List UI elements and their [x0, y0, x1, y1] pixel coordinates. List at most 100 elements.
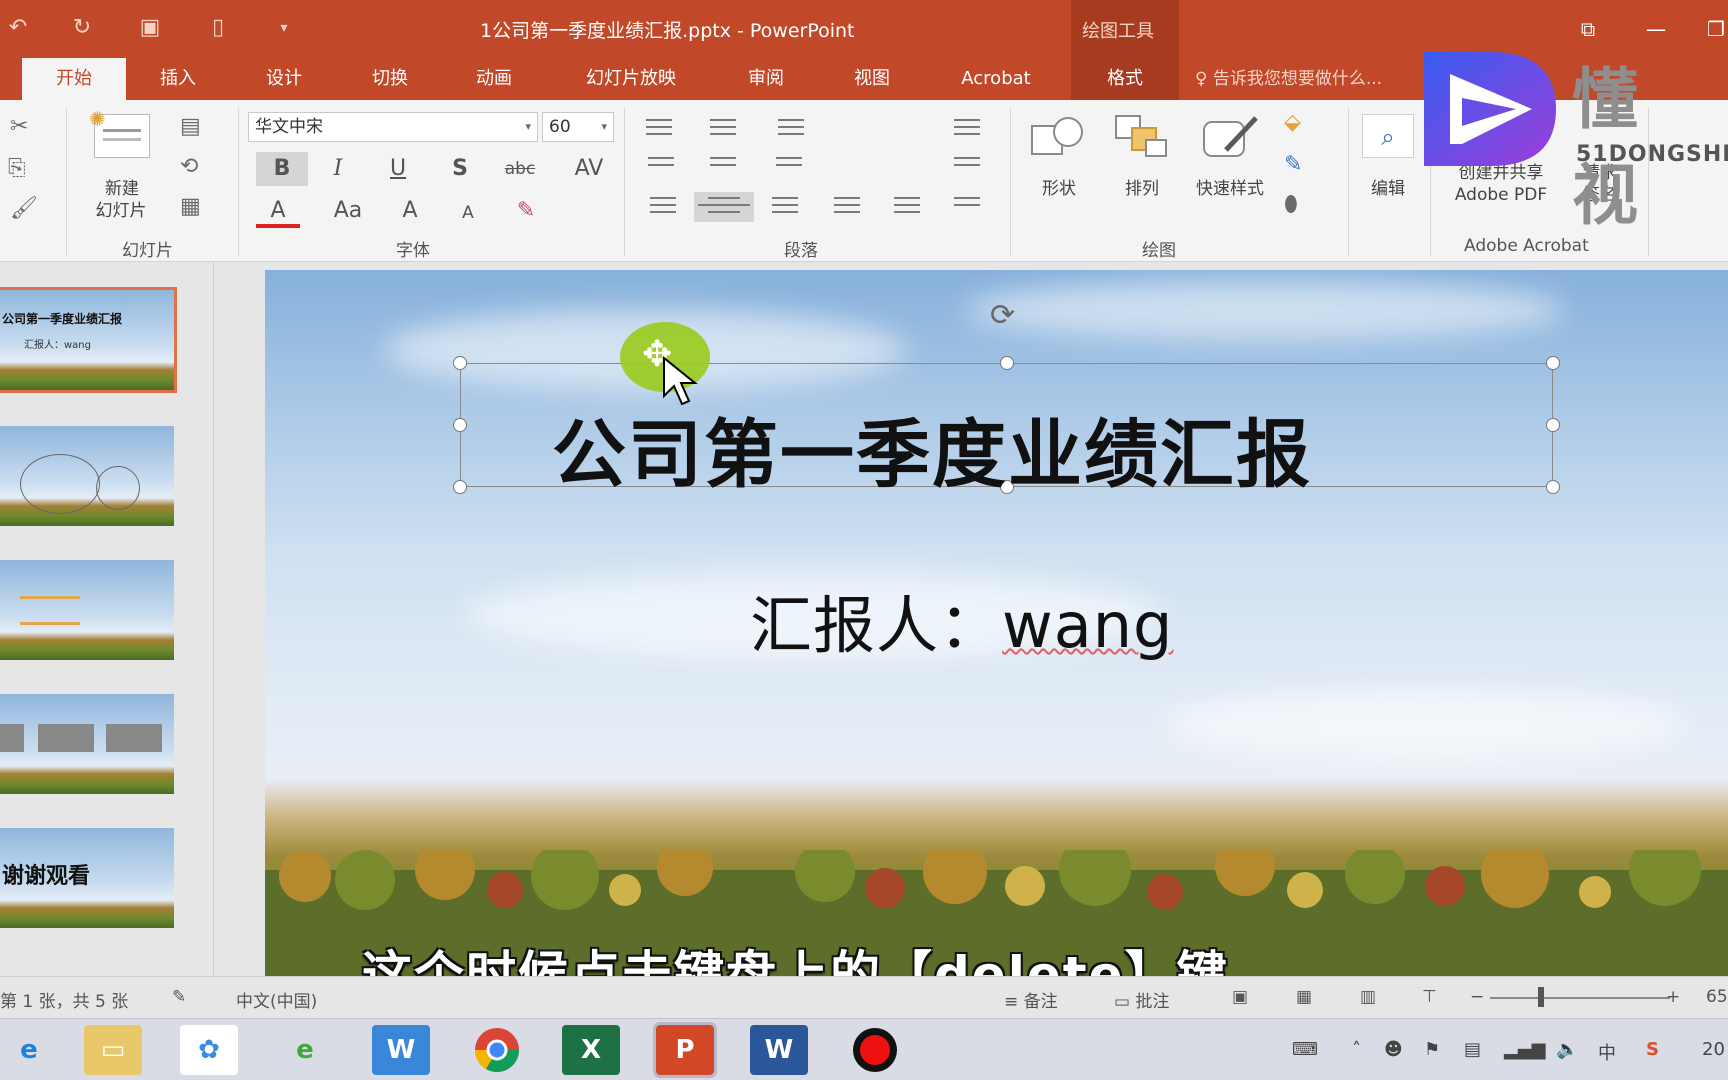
chrome-icon[interactable]	[468, 1025, 526, 1075]
shape-effects-icon[interactable]: ⬮	[1284, 192, 1298, 217]
browser-360-icon[interactable]: e	[276, 1025, 334, 1075]
align-center-icon[interactable]	[694, 192, 754, 222]
clock[interactable]: 20	[1702, 1039, 1725, 1060]
align-right-icon[interactable]	[768, 192, 802, 222]
zoom-slider-track[interactable]	[1490, 997, 1670, 999]
customize-toolbar-icon[interactable]: ▾	[270, 14, 298, 42]
start-slideshow-icon[interactable]: ▣	[136, 14, 164, 42]
ribbon-display-icon[interactable]: ⧉	[1568, 14, 1608, 44]
zoom-level[interactable]: 65	[1706, 987, 1728, 1007]
reading-view-icon[interactable]: ▥	[1360, 987, 1376, 1007]
powerpoint-icon[interactable]: P	[653, 1022, 717, 1078]
resize-handle-sw[interactable]	[453, 480, 467, 494]
zoom-slider-thumb[interactable]	[1538, 987, 1544, 1007]
decrease-indent-icon[interactable]	[644, 152, 678, 182]
layout-icon[interactable]: ▤	[180, 114, 201, 139]
minimize-icon[interactable]: —	[1636, 14, 1676, 44]
columns-icon[interactable]	[772, 152, 806, 182]
slide-thumbnail-2[interactable]	[0, 426, 174, 526]
resize-handle-n[interactable]	[1000, 356, 1014, 370]
tab-animations[interactable]: 动画	[456, 58, 532, 100]
slide-thumbnail-4[interactable]	[0, 694, 174, 794]
text-shadow-button[interactable]: S	[440, 152, 480, 186]
distributed-icon[interactable]	[890, 192, 924, 222]
slide-sorter-icon[interactable]: ▦	[1296, 987, 1312, 1007]
restore-icon[interactable]: ❐	[1696, 14, 1728, 44]
rotate-handle-icon[interactable]: ⟳	[990, 298, 1015, 333]
keyboard-icon[interactable]: ⌨	[1292, 1039, 1318, 1060]
slide-thumbnail-5[interactable]: 谢谢观看	[0, 828, 174, 928]
text-direction-icon[interactable]	[950, 114, 984, 144]
shape-outline-icon[interactable]: ✎	[1284, 152, 1302, 177]
shape-fill-icon[interactable]: ⬙	[1284, 110, 1301, 135]
slide-title[interactable]: 公司第一季度业绩汇报	[552, 395, 1312, 502]
tab-home[interactable]: 开始	[22, 58, 126, 100]
slide-thumbnail-3[interactable]	[0, 560, 174, 660]
excel-icon[interactable]: X	[562, 1025, 620, 1075]
font-color-button[interactable]: A	[256, 194, 300, 228]
screen-recorder-icon[interactable]	[846, 1025, 904, 1075]
tray-expand-icon[interactable]: ˄	[1352, 1039, 1361, 1060]
action-center-flag-icon[interactable]: ⚑	[1424, 1039, 1440, 1060]
resize-handle-w[interactable]	[453, 418, 467, 432]
change-case-button[interactable]: Aa	[322, 194, 374, 228]
align-text-icon[interactable]	[950, 152, 984, 182]
tab-review[interactable]: 审阅	[728, 58, 804, 100]
tab-transitions[interactable]: 切换	[352, 58, 428, 100]
strikethrough-button[interactable]: abc	[500, 152, 540, 186]
underline-button[interactable]: U	[378, 152, 418, 186]
wps-icon[interactable]: W	[372, 1025, 430, 1075]
copy-icon[interactable]: ⎘	[8, 156, 26, 181]
volume-icon[interactable]: 🔈	[1556, 1039, 1578, 1060]
zoom-out-icon[interactable]: −	[1470, 987, 1484, 1007]
italic-button[interactable]: I	[318, 152, 358, 186]
line-spacing-icon[interactable]	[774, 114, 808, 144]
tab-format[interactable]: 格式	[1071, 58, 1179, 100]
spellcheck-icon[interactable]: ✎	[172, 987, 186, 1007]
bullets-icon[interactable]	[642, 114, 676, 144]
slide-subtitle[interactable]: 汇报人：wang	[750, 575, 1173, 665]
justify-icon[interactable]	[830, 192, 864, 222]
redo-icon[interactable]: ↻	[68, 14, 96, 42]
tab-design[interactable]: 设计	[246, 58, 322, 100]
font-size-combo[interactable]: 60 ▾	[542, 112, 614, 142]
ime-indicator[interactable]: 中	[1598, 1039, 1616, 1065]
smartart-icon[interactable]	[950, 192, 984, 222]
slide-thumbnail-pane[interactable]: 公司第一季度业绩汇报 汇报人：wang 谢谢观看	[0, 262, 214, 976]
character-spacing-button[interactable]: AV	[564, 152, 614, 186]
signal-icon[interactable]: ▂▄▆	[1504, 1039, 1546, 1060]
tab-acrobat[interactable]: Acrobat	[944, 58, 1048, 100]
numbering-icon[interactable]	[706, 114, 740, 144]
network-icon[interactable]: ▤	[1464, 1039, 1481, 1060]
word-icon[interactable]: W	[750, 1025, 808, 1075]
align-left-icon[interactable]	[646, 192, 680, 222]
cut-icon[interactable]: ✂	[10, 114, 28, 139]
zoom-in-icon[interactable]: +	[1666, 987, 1680, 1007]
comments-button[interactable]: ▭ 批注	[1114, 987, 1169, 1012]
section-icon[interactable]: ▦	[180, 194, 201, 219]
file-explorer-icon[interactable]: ▭	[84, 1025, 142, 1075]
decrease-font-button[interactable]: A	[448, 196, 488, 230]
normal-view-icon[interactable]: ▣	[1232, 987, 1248, 1007]
undo-icon[interactable]: ↶	[4, 14, 32, 42]
baidu-netdisk-icon[interactable]: ✿	[180, 1025, 238, 1075]
language-indicator[interactable]: 中文(中国)	[236, 987, 317, 1012]
clear-formatting-icon[interactable]: ✎	[506, 194, 546, 228]
notes-button[interactable]: ≡ 备注	[1004, 987, 1058, 1012]
slideshow-view-icon[interactable]: ⊤	[1422, 987, 1437, 1007]
tab-slideshow[interactable]: 幻灯片放映	[566, 58, 696, 100]
increase-font-button[interactable]: A	[390, 194, 430, 228]
qq-icon[interactable]: ☻	[1384, 1039, 1403, 1060]
resize-handle-e[interactable]	[1546, 418, 1560, 432]
tell-me-box[interactable]: ♀ 告诉我您想要做什么...	[1195, 58, 1382, 100]
reset-icon[interactable]: ⟲	[180, 154, 198, 179]
slide-thumbnail-1[interactable]: 公司第一季度业绩汇报 汇报人：wang	[0, 287, 177, 393]
increase-indent-icon[interactable]	[706, 152, 740, 182]
tab-view[interactable]: 视图	[834, 58, 910, 100]
ie-icon[interactable]: e	[0, 1025, 58, 1075]
resize-handle-se[interactable]	[1546, 480, 1560, 494]
font-name-combo[interactable]: 华文中宋 ▾	[248, 112, 538, 142]
resize-handle-nw[interactable]	[453, 356, 467, 370]
format-painter-icon[interactable]: 🖌	[10, 196, 38, 221]
new-file-icon[interactable]: ▯	[204, 14, 232, 42]
